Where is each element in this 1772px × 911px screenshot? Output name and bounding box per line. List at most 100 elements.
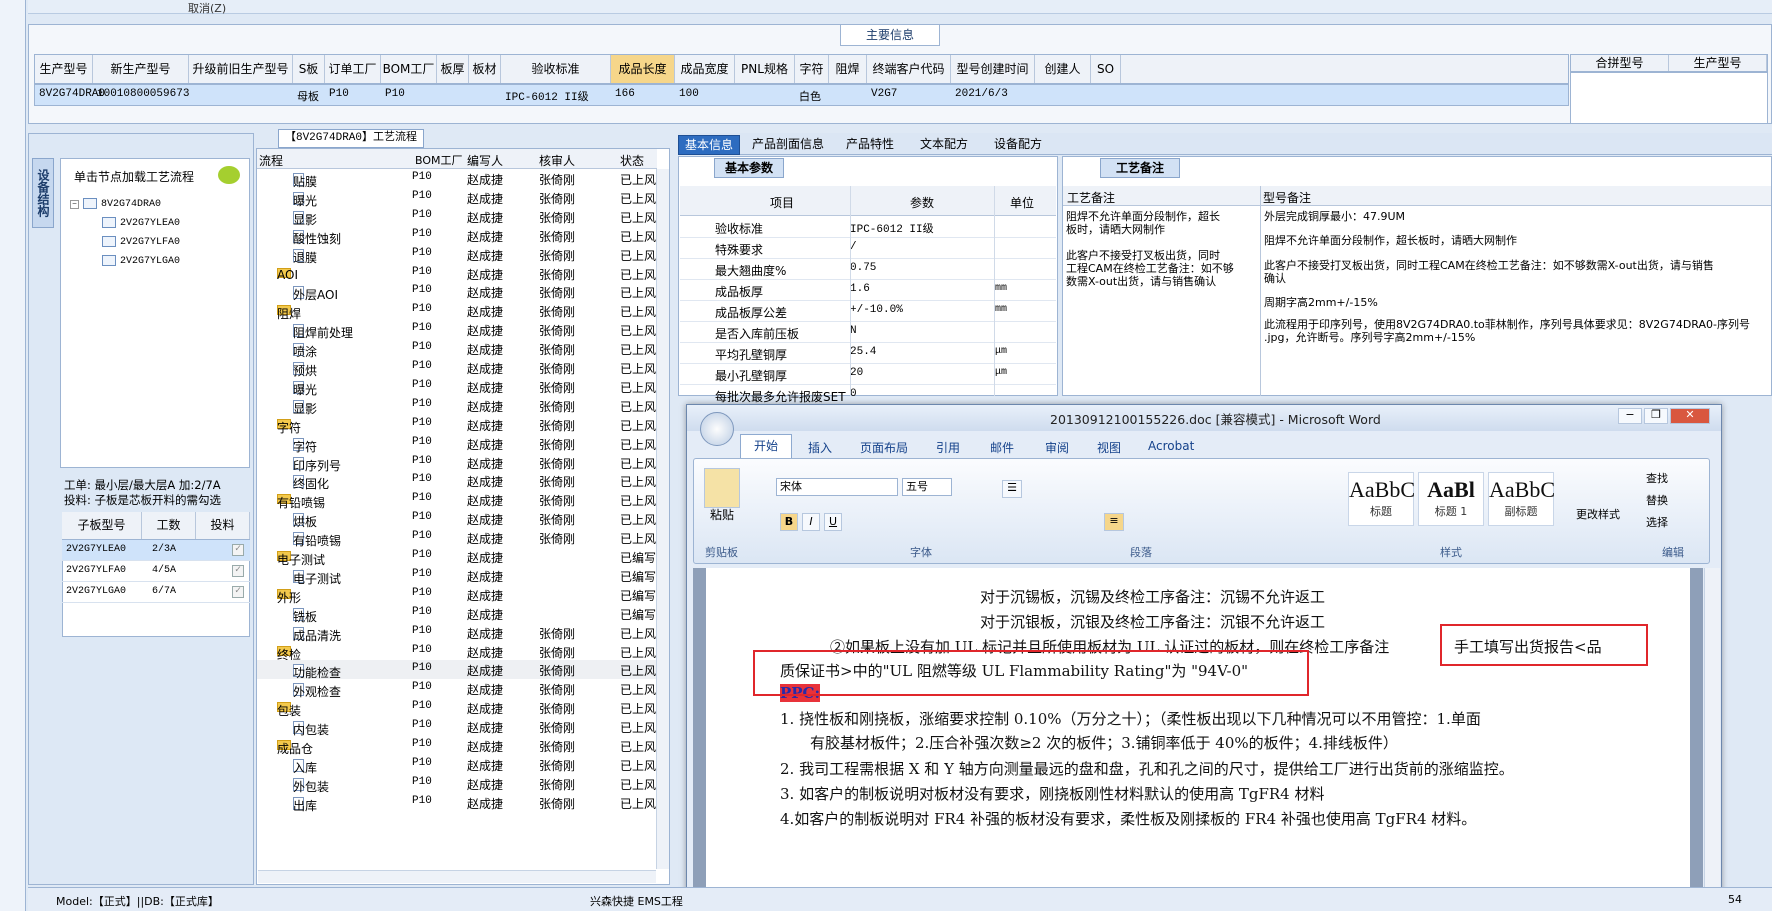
tree-node-root[interactable]: −8V2G74DRA0: [70, 198, 161, 210]
bold-icon[interactable]: B: [780, 513, 798, 531]
bullets-icon[interactable]: ☰: [1002, 480, 1022, 498]
grid-col-header[interactable]: SO: [1091, 55, 1121, 83]
basic-param-row[interactable]: 验收标准 IPC-6012 II级: [680, 216, 1056, 238]
style-heading1[interactable]: AaBl 标题 1: [1418, 472, 1484, 526]
model-note-5[interactable]: 此流程用于印序列号，使用8V2G74DRA0.to菲林制作，序列号具体要求见：8…: [1264, 318, 1768, 344]
grid-col-header[interactable]: 订单工厂: [325, 55, 381, 83]
grid-col-header[interactable]: 新生产型号: [93, 55, 189, 83]
ribbon-tab-mail[interactable]: 邮件: [990, 439, 1014, 456]
process-row[interactable]: −字符P10赵成捷张倚刚已上风: [257, 415, 657, 435]
process-vscrollbar[interactable]: [656, 169, 669, 869]
process-row[interactable]: −包装P10赵成捷张倚刚已上风: [257, 698, 657, 718]
feed-checkbox[interactable]: ✓: [232, 586, 244, 598]
tree-node[interactable]: 2V2G7YLEA0: [102, 217, 180, 229]
tab-equip-recipe[interactable]: 设备配方: [988, 135, 1048, 155]
style-title[interactable]: AaBbC 标题: [1348, 472, 1415, 526]
process-row[interactable]: 成品清洗 P10 赵成捷 张倚刚 已上风: [257, 623, 657, 643]
grid-col-header[interactable]: 板材: [469, 55, 501, 83]
process-row[interactable]: 功能检查 P10 赵成捷 张倚刚 已上风: [257, 660, 657, 680]
align-center-icon[interactable]: ≡: [1104, 513, 1124, 531]
param-value[interactable]: 20: [850, 367, 863, 379]
cancel-label[interactable]: 取消(Z): [188, 0, 226, 16]
param-value[interactable]: 0.75: [850, 262, 876, 274]
grid-col-header[interactable]: 创建人: [1035, 55, 1091, 83]
ribbon-tab-review[interactable]: 审阅: [1045, 439, 1069, 456]
model-note-2[interactable]: 阻焊不允许单面分段制作，超长板时，请晒大网制作: [1264, 234, 1768, 247]
process-row[interactable]: 贴膜 P10 赵成捷 张倚刚 已上风: [257, 169, 657, 189]
tree-node[interactable]: 2V2G7YLGA0: [102, 255, 180, 267]
grid-col-header[interactable]: 型号创建时间: [951, 55, 1035, 83]
process-hscrollbar[interactable]: [258, 870, 656, 883]
style-subtitle[interactable]: AaBbC 副标题: [1488, 472, 1555, 526]
basic-param-row[interactable]: 最大翘曲度% 0.75: [680, 258, 1056, 280]
change-style-button[interactable]: 更改样式: [1576, 506, 1620, 522]
model-note-3[interactable]: 此客户不接受打叉板出货，同时工程CAM在终检工艺备注：如不够数需X-out出货，…: [1264, 259, 1768, 285]
craft-note-text[interactable]: 阻焊不允许单面分段制作，超长 板时，请晒大网制作 此客户不接受打叉板出货，同时 …: [1066, 210, 1256, 288]
ribbon-tab-view[interactable]: 视图: [1097, 439, 1121, 456]
select-button[interactable]: 选择: [1646, 514, 1668, 530]
process-row[interactable]: 烘板 P10 赵成捷 张倚刚 已上风: [257, 509, 657, 529]
subboard-row[interactable]: 2V2G7YLEA0 2/3A ✓: [62, 540, 250, 561]
basic-param-row[interactable]: 成品板厚公差 +/-10.0% mm: [680, 300, 1056, 322]
ribbon-tab-acrobat[interactable]: Acrobat: [1148, 439, 1194, 453]
process-row[interactable]: 内包装 P10 赵成捷 张倚刚 已上风: [257, 717, 657, 737]
process-row[interactable]: 外包装 P10 赵成捷 张倚刚 已上风: [257, 774, 657, 794]
equipment-structure-tab[interactable]: 设备结构: [32, 158, 54, 228]
grid-col-header[interactable]: 生产型号: [35, 55, 93, 83]
grid-col-header[interactable]: 终端客户代码: [867, 55, 951, 83]
subboard-row[interactable]: 2V2G7YLGA0 6/7A ✓: [62, 582, 250, 603]
process-row[interactable]: 预烘 P10 赵成捷 张倚刚 已上风: [257, 358, 657, 378]
process-row[interactable]: 退膜 P10 赵成捷 张倚刚 已上风: [257, 245, 657, 265]
process-row[interactable]: 外观检查 P10 赵成捷 张倚刚 已上风: [257, 679, 657, 699]
chat-bubble-icon[interactable]: [218, 166, 240, 184]
process-row[interactable]: −AOIP10赵成捷张倚刚已上风: [257, 264, 657, 283]
process-row[interactable]: 酸性蚀刻 P10 赵成捷 张倚刚 已上风: [257, 226, 657, 246]
underline-icon[interactable]: U: [824, 513, 842, 531]
ribbon-tab-refs[interactable]: 引用: [936, 439, 960, 456]
font-size-select[interactable]: 五号: [902, 478, 952, 496]
grid-col-header[interactable]: 板厚: [437, 55, 469, 83]
subboard-row[interactable]: 2V2G7YLFA0 4/5A ✓: [62, 561, 250, 582]
process-row[interactable]: 有铅喷锡 P10 赵成捷 张倚刚 已上风: [257, 528, 657, 548]
process-row[interactable]: 铣板 P10 赵成捷 已编写: [257, 604, 657, 624]
grid-col-header[interactable]: 验收标准: [501, 55, 611, 83]
process-row[interactable]: 出库 P10 赵成捷 张倚刚 已上风: [257, 793, 657, 813]
process-row[interactable]: 曝光 P10 赵成捷 张倚刚 已上风: [257, 377, 657, 397]
process-row[interactable]: −终检P10赵成捷张倚刚已上风: [257, 642, 657, 662]
font-select[interactable]: 宋体: [776, 478, 898, 496]
param-value[interactable]: 1.6: [850, 283, 870, 295]
param-value[interactable]: +/-10.0%: [850, 304, 903, 316]
grid-col-header[interactable]: PNL规格: [735, 55, 795, 83]
process-row[interactable]: 显影 P10 赵成捷 张倚刚 已上风: [257, 396, 657, 416]
tab-profile-info[interactable]: 产品剖面信息: [746, 135, 830, 155]
process-row[interactable]: 印序列号 P10 赵成捷 张倚刚 已上风: [257, 453, 657, 473]
model-note-1[interactable]: 外层完成铜厚最小：47.9UM: [1264, 210, 1768, 223]
italic-icon[interactable]: I: [802, 513, 820, 531]
process-row[interactable]: −外形P10赵成捷已编写: [257, 585, 657, 605]
process-row[interactable]: 字符 P10 赵成捷 张倚刚 已上风: [257, 434, 657, 454]
feed-checkbox[interactable]: ✓: [232, 565, 244, 577]
grid-col-header[interactable]: 字符: [795, 55, 829, 83]
process-row[interactable]: −有铅喷锡P10赵成捷张倚刚已上风: [257, 490, 657, 510]
office-button-icon[interactable]: [700, 412, 734, 446]
ribbon-tab-insert[interactable]: 插入: [808, 439, 832, 456]
process-row[interactable]: 曝光 P10 赵成捷 张倚刚 已上风: [257, 188, 657, 208]
process-row[interactable]: 阻焊前处理 P10 赵成捷 张倚刚 已上风: [257, 320, 657, 340]
process-row[interactable]: 入库 P10 赵成捷 张倚刚 已上风: [257, 755, 657, 775]
tree-node[interactable]: 2V2G7YLFA0: [102, 236, 180, 248]
ribbon-tab-home[interactable]: 开始: [740, 434, 792, 458]
minimize-icon[interactable]: −: [1618, 408, 1642, 424]
basic-param-row[interactable]: 最小孔壁铜厚 20 μm: [680, 363, 1056, 385]
process-row[interactable]: −电子测试P10赵成捷已编写: [257, 547, 657, 567]
find-button[interactable]: 查找: [1646, 470, 1668, 486]
tab-text-recipe[interactable]: 文本配方: [914, 135, 974, 155]
process-row[interactable]: 显影 P10 赵成捷 张倚刚 已上风: [257, 207, 657, 227]
close-icon[interactable]: ✕: [1670, 408, 1710, 424]
grid-col-header[interactable]: 成品长度: [611, 55, 675, 83]
grid-col-header[interactable]: 成品宽度: [675, 55, 735, 83]
basic-param-row[interactable]: 成品板厚 1.6 mm: [680, 279, 1056, 301]
basic-param-row[interactable]: 平均孔壁铜厚 25.4 μm: [680, 342, 1056, 364]
feed-checkbox[interactable]: ✓: [232, 544, 244, 556]
process-row[interactable]: 电子测试 P10 赵成捷 已编写: [257, 566, 657, 586]
grid-col-header[interactable]: 阻焊: [829, 55, 867, 83]
